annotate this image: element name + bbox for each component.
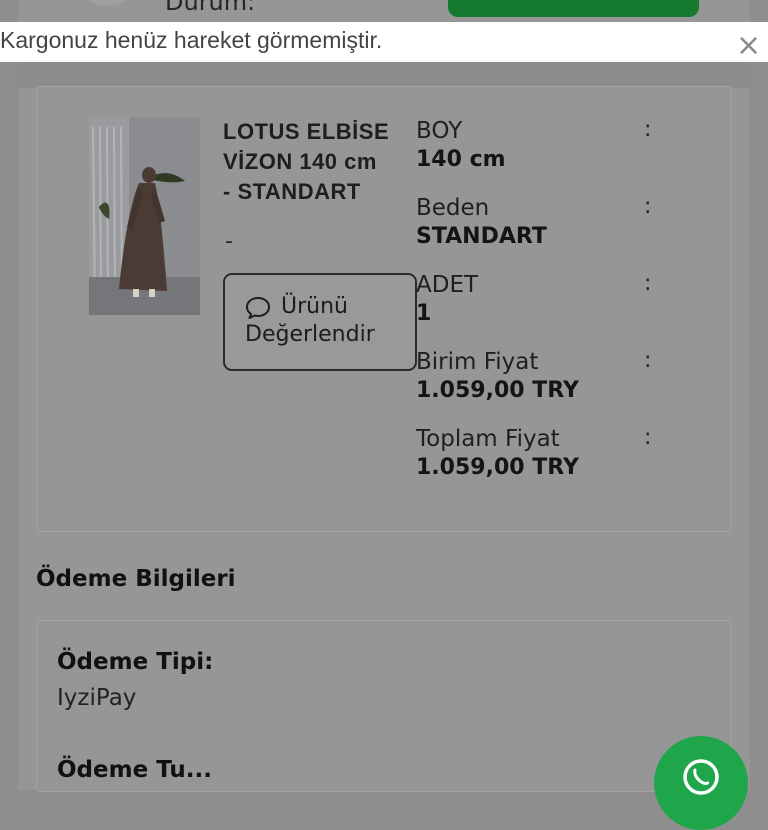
product-image[interactable] (89, 117, 200, 315)
review-product-button[interactable]: Ürünü Değerlendir (223, 273, 417, 371)
attribute-label: ADET (416, 272, 479, 298)
product-card: LOTUS ELBİSE VİZON 140 cm - STANDART - Ü… (36, 86, 732, 532)
close-icon[interactable]: × (736, 31, 761, 61)
attribute-toplam-fiyat: Toplam Fiyat 1.059,00 TRY : (416, 425, 716, 502)
order-detail-page: Durum: Kargonuz henüz hareket görmemişti… (0, 0, 768, 830)
divider (18, 62, 750, 88)
toast-notification: Kargonuz henüz hareket görmemiştir. × (0, 22, 768, 62)
product-variant-dash: - (225, 229, 233, 254)
status-action-button[interactable] (448, 0, 699, 17)
payment-type-value: IyziPay (57, 685, 137, 711)
attribute-label: BOY (416, 118, 463, 144)
attribute-value: 1.059,00 TRY (416, 378, 579, 403)
attribute-label: Toplam Fiyat (416, 426, 560, 452)
product-title-line: - STANDART (223, 179, 361, 204)
attribute-colon: : (644, 425, 652, 450)
attribute-value: 1.059,00 TRY (416, 455, 579, 480)
attribute-beden: Beden STANDART : (416, 194, 716, 271)
attribute-value: STANDART (416, 224, 547, 249)
attribute-birim-fiyat: Birim Fiyat 1.059,00 TRY : (416, 348, 716, 425)
review-label-line: Ürünü (281, 294, 348, 319)
payment-card: Ödeme Tipi: IyziPay Ödeme Tu... (36, 620, 732, 792)
attribute-label: Beden (416, 195, 490, 221)
product-attributes: BOY 140 cm : Beden STANDART : ADET 1 : B… (416, 117, 716, 502)
whatsapp-chat-button[interactable] (654, 736, 748, 830)
attribute-value: 1 (416, 301, 432, 326)
attribute-boy: BOY 140 cm : (416, 117, 716, 194)
review-label-line: Değerlendir (245, 322, 375, 347)
attribute-adet: ADET 1 : (416, 271, 716, 348)
product-title[interactable]: LOTUS ELBİSE VİZON 140 cm - STANDART (223, 117, 423, 207)
payment-amount-label: Ödeme Tu... (57, 757, 212, 783)
status-label: Durum: (165, 0, 256, 16)
whatsapp-icon (683, 759, 719, 795)
toast-message: Kargonuz henüz hareket görmemiştir. (0, 27, 383, 53)
payment-section-title: Ödeme Bilgileri (36, 566, 236, 592)
attribute-label: Birim Fiyat (416, 349, 539, 375)
review-button-label: Ürünü Değerlendir (245, 293, 415, 349)
attribute-colon: : (644, 194, 652, 219)
product-title-line: VİZON 140 cm (223, 149, 377, 174)
attribute-colon: : (644, 271, 652, 296)
payment-type-label: Ödeme Tipi: (57, 649, 214, 675)
product-title-line: LOTUS ELBİSE (223, 119, 390, 144)
attribute-colon: : (644, 348, 652, 373)
attribute-value: 140 cm (416, 147, 506, 172)
attribute-colon: : (644, 117, 652, 142)
